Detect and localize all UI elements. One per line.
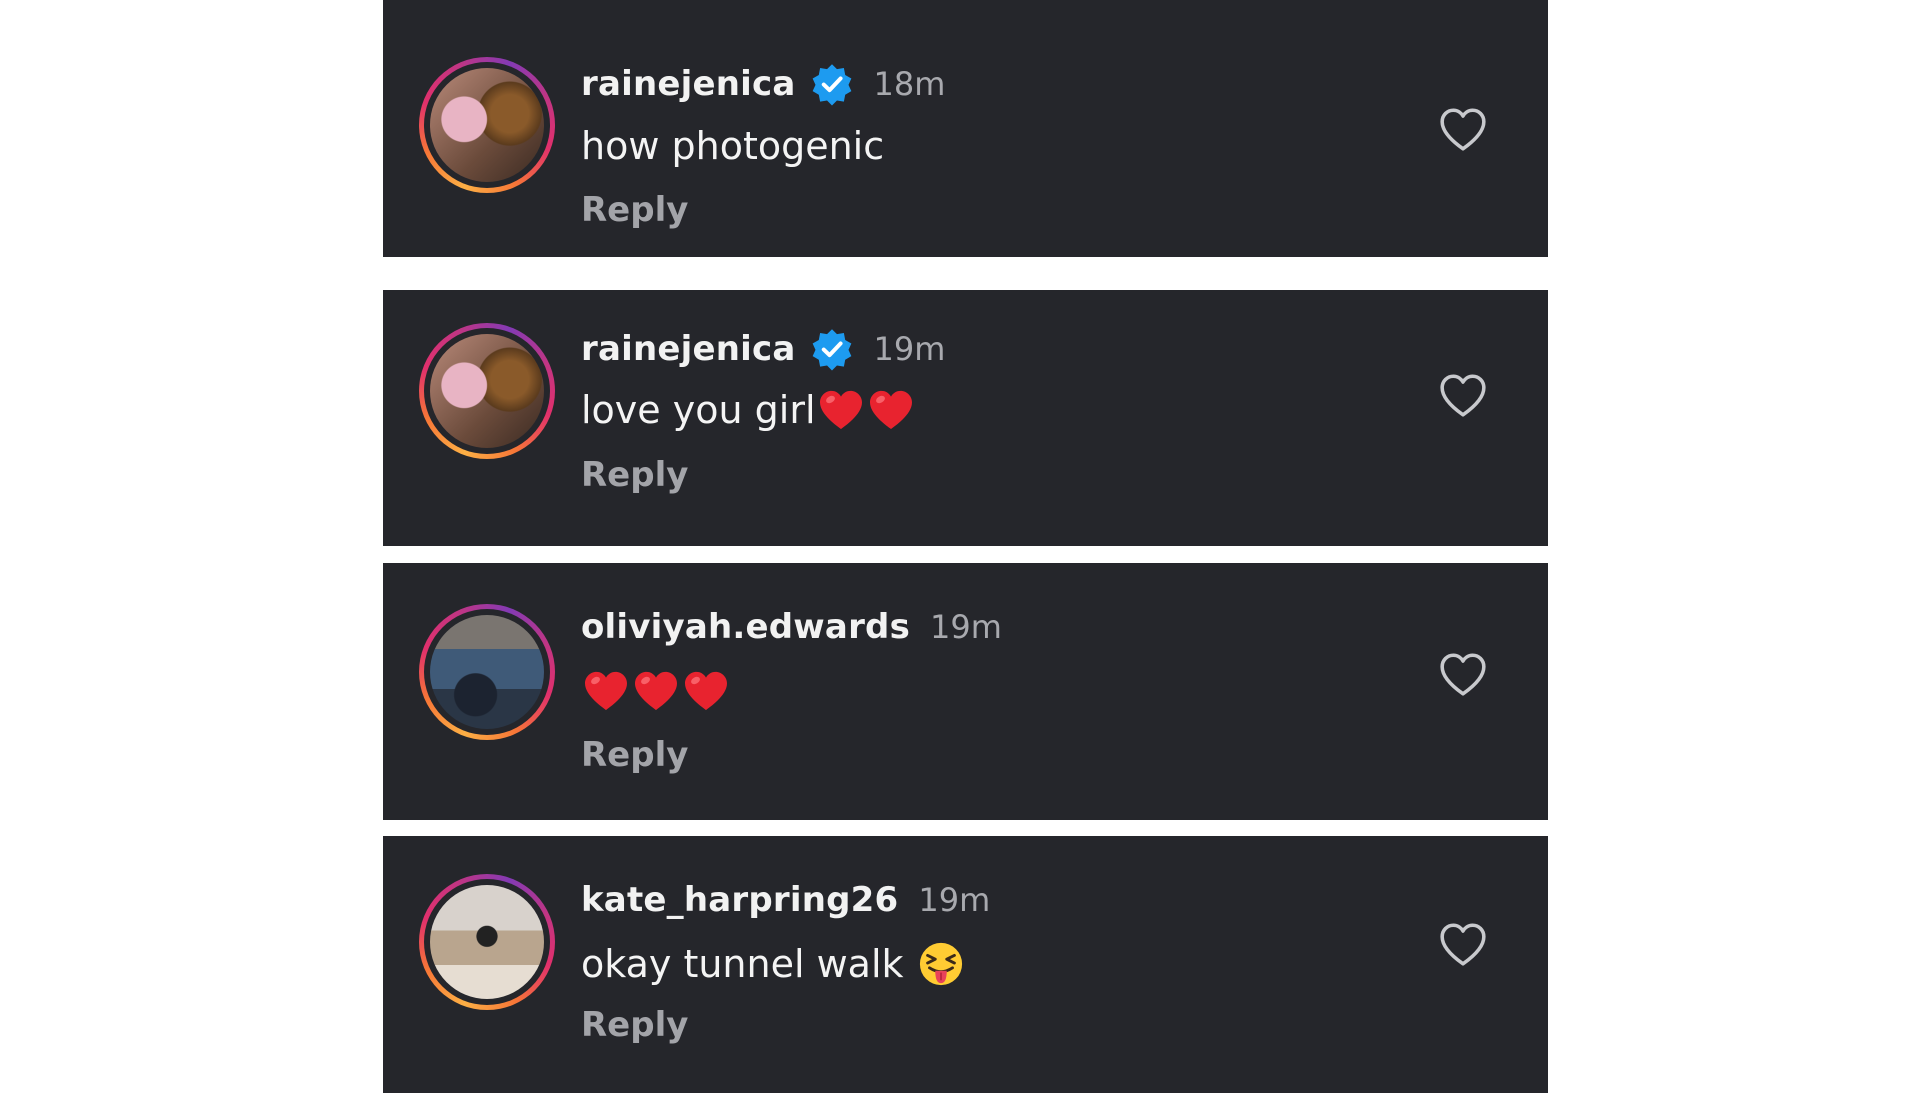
emoji-group [906,941,964,987]
comment-text: okay tunnel walk [581,941,964,987]
username[interactable]: oliviyah.edwards [581,607,910,647]
avatar[interactable] [419,604,555,740]
comment-item: kate_harpring26 19m okay tunnel walk Repl… [383,836,1548,1093]
comment-item: rainejenica 18m how photogenic Reply [383,0,1548,257]
like-heart-icon[interactable] [1438,651,1488,697]
like-heart-icon[interactable] [1438,372,1488,418]
comment-text: how photogenic [581,124,886,168]
avatar-photo [430,885,544,999]
comment-item: oliviyah.edwards 19m Reply [383,563,1548,820]
comment-header: rainejenica 19m [581,327,945,371]
squinting-face-with-tongue-emoji-icon [918,941,964,987]
emoji-group [818,389,914,431]
reply-button[interactable]: Reply [581,190,688,230]
avatar[interactable] [419,57,555,193]
comment-text: love you girl [581,388,914,432]
reply-button[interactable]: Reply [581,1005,688,1045]
comment-header: kate_harpring26 19m [581,880,990,920]
username[interactable]: kate_harpring26 [581,880,898,920]
comment-text-body: how photogenic [581,124,885,168]
comment-timestamp: 18m [873,65,946,103]
reply-button[interactable]: Reply [581,455,688,495]
red-heart-emoji-icon [818,389,864,431]
avatar[interactable] [419,874,555,1010]
avatar-photo [430,615,544,729]
red-heart-emoji-icon [868,389,914,431]
comment-timestamp: 19m [918,881,991,919]
red-heart-emoji-icon [633,670,679,712]
verified-badge-icon [810,62,854,106]
comment-header: rainejenica 18m [581,62,945,106]
username[interactable]: rainejenica [581,329,796,369]
reply-button[interactable]: Reply [581,735,688,775]
like-heart-icon[interactable] [1438,106,1488,152]
comment-header: oliviyah.edwards 19m [581,607,1002,647]
red-heart-emoji-icon [583,670,629,712]
emoji-group [583,670,729,712]
comment-text-body: love you girl [581,388,816,432]
comment-text [581,670,729,712]
avatar-photo [430,68,544,182]
comment-item: rainejenica 19m love you girl Reply [383,290,1548,546]
username[interactable]: rainejenica [581,64,796,104]
verified-badge-icon [810,327,854,371]
comment-timestamp: 19m [873,330,946,368]
avatar-photo [430,334,544,448]
comment-text-body: okay tunnel walk [581,942,904,986]
comment-timestamp: 19m [930,608,1002,646]
red-heart-emoji-icon [683,670,729,712]
like-heart-icon[interactable] [1438,921,1488,967]
avatar[interactable] [419,323,555,459]
